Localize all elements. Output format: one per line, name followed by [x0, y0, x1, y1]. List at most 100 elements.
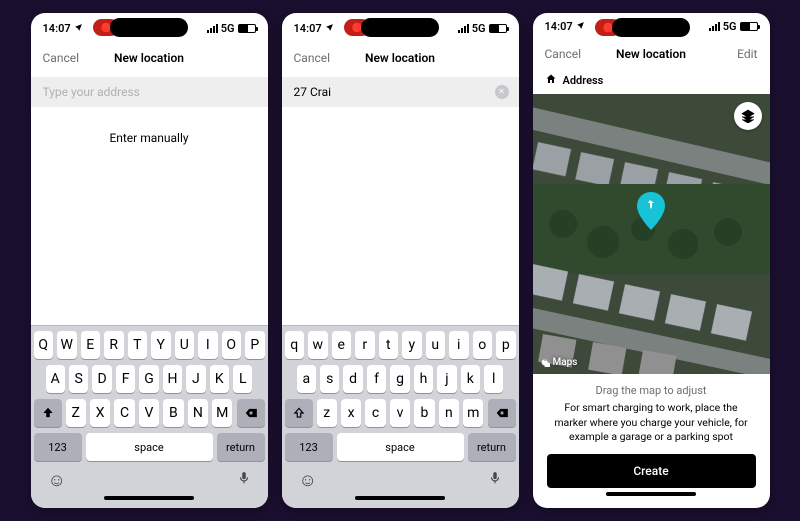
letter-key[interactable]: V	[139, 399, 159, 427]
location-icon	[576, 20, 585, 33]
shift-key[interactable]	[34, 399, 62, 427]
cancel-button[interactable]: Cancel	[545, 47, 589, 61]
letter-key[interactable]: T	[128, 331, 148, 359]
letter-key[interactable]: S	[69, 365, 88, 393]
letter-key[interactable]: D	[92, 365, 111, 393]
return-key[interactable]: return	[468, 433, 516, 461]
letter-key[interactable]: z	[317, 399, 337, 427]
letter-key[interactable]: W	[57, 331, 77, 359]
letter-key[interactable]: g	[390, 365, 409, 393]
home-indicator[interactable]	[104, 496, 194, 500]
battery-icon	[740, 22, 758, 31]
letter-key[interactable]: N	[188, 399, 208, 427]
letter-key[interactable]: h	[414, 365, 433, 393]
letter-key[interactable]: H	[163, 365, 182, 393]
backspace-key[interactable]	[237, 399, 265, 427]
cellular-signal-icon	[458, 24, 469, 33]
create-button[interactable]: Create	[547, 454, 756, 488]
letter-key[interactable]: R	[104, 331, 124, 359]
address-input[interactable]	[41, 84, 258, 100]
letter-key[interactable]: b	[414, 399, 434, 427]
backspace-key[interactable]	[488, 399, 516, 427]
letter-key[interactable]: o	[473, 331, 493, 359]
dictation-key[interactable]	[488, 469, 502, 492]
notch	[361, 18, 439, 37]
address-input[interactable]	[292, 84, 489, 100]
letter-key[interactable]: P	[245, 331, 265, 359]
return-key[interactable]: return	[217, 433, 265, 461]
numbers-key[interactable]: 123	[34, 433, 82, 461]
letter-key[interactable]: f	[367, 365, 386, 393]
map-layers-button[interactable]	[734, 102, 762, 130]
letter-key[interactable]: B	[163, 399, 183, 427]
clear-input-icon[interactable]: ✕	[495, 85, 509, 99]
enter-manually-button[interactable]: Enter manually	[31, 107, 268, 145]
space-key[interactable]: space	[86, 433, 213, 461]
network-label: 5G	[221, 22, 235, 35]
space-key[interactable]: space	[337, 433, 464, 461]
letter-key[interactable]: x	[341, 399, 361, 427]
letter-key[interactable]: a	[297, 365, 316, 393]
letter-key[interactable]: d	[343, 365, 362, 393]
letter-key[interactable]: I	[198, 331, 218, 359]
letter-key[interactable]: F	[116, 365, 135, 393]
letter-key[interactable]: Q	[34, 331, 54, 359]
letter-key[interactable]: v	[390, 399, 410, 427]
letter-key[interactable]: M	[212, 399, 232, 427]
numbers-key[interactable]: 123	[285, 433, 333, 461]
content-area: Enter manually	[31, 107, 268, 325]
letter-key[interactable]: Y	[151, 331, 171, 359]
letter-key[interactable]: e	[332, 331, 352, 359]
smart-charging-hint: For smart charging to work, place the ma…	[547, 401, 756, 444]
letter-key[interactable]: u	[426, 331, 446, 359]
letter-key[interactable]: j	[437, 365, 456, 393]
cancel-button[interactable]: Cancel	[294, 51, 338, 65]
letter-key[interactable]: U	[175, 331, 195, 359]
map-view[interactable]: Maps	[533, 94, 770, 374]
address-row[interactable]: Address	[533, 67, 770, 94]
letter-key[interactable]: l	[484, 365, 503, 393]
notch	[612, 18, 690, 37]
letter-key[interactable]: k	[461, 365, 480, 393]
letter-key[interactable]: K	[210, 365, 229, 393]
letter-key[interactable]: A	[46, 365, 65, 393]
letter-key[interactable]: C	[114, 399, 134, 427]
cancel-button[interactable]: Cancel	[43, 51, 87, 65]
letter-key[interactable]: y	[402, 331, 422, 359]
letter-key[interactable]: p	[496, 331, 516, 359]
emoji-key[interactable]: ☺	[299, 470, 317, 491]
letter-key[interactable]: Z	[66, 399, 86, 427]
keyboard[interactable]: qwertyuiop asdfghjkl zxcvbnm 123 space r…	[282, 325, 519, 508]
letter-key[interactable]: E	[81, 331, 101, 359]
network-label: 5G	[472, 22, 486, 35]
edit-button[interactable]: Edit	[713, 47, 757, 61]
letter-key[interactable]: G	[139, 365, 158, 393]
keyboard[interactable]: QWERTYUIOP ASDFGHJKL ZXCVBNM 123 space r…	[31, 325, 268, 508]
letter-key[interactable]: X	[90, 399, 110, 427]
letter-key[interactable]: m	[463, 399, 483, 427]
shift-key[interactable]	[285, 399, 313, 427]
letter-key[interactable]: O	[222, 331, 242, 359]
dictation-key[interactable]	[237, 469, 251, 492]
map-pin-icon	[636, 192, 666, 234]
page-title: New location	[114, 51, 184, 65]
home-indicator[interactable]	[606, 492, 696, 496]
letter-key[interactable]: J	[186, 365, 205, 393]
home-indicator[interactable]	[355, 496, 445, 500]
emoji-key[interactable]: ☺	[48, 470, 66, 491]
letter-key[interactable]: t	[379, 331, 399, 359]
letter-key[interactable]: s	[320, 365, 339, 393]
letter-key[interactable]: L	[233, 365, 252, 393]
letter-key[interactable]: c	[365, 399, 385, 427]
status-time: 14:07	[43, 22, 71, 35]
letter-key[interactable]: n	[439, 399, 459, 427]
address-input-row[interactable]: ✕	[282, 77, 519, 107]
letter-key[interactable]: r	[355, 331, 375, 359]
cellular-signal-icon	[709, 22, 720, 31]
letter-key[interactable]: q	[285, 331, 305, 359]
letter-key[interactable]: w	[308, 331, 328, 359]
address-input-row[interactable]	[31, 77, 268, 107]
status-bar: 14:07 5G	[533, 13, 770, 40]
network-label: 5G	[723, 20, 737, 33]
letter-key[interactable]: i	[449, 331, 469, 359]
